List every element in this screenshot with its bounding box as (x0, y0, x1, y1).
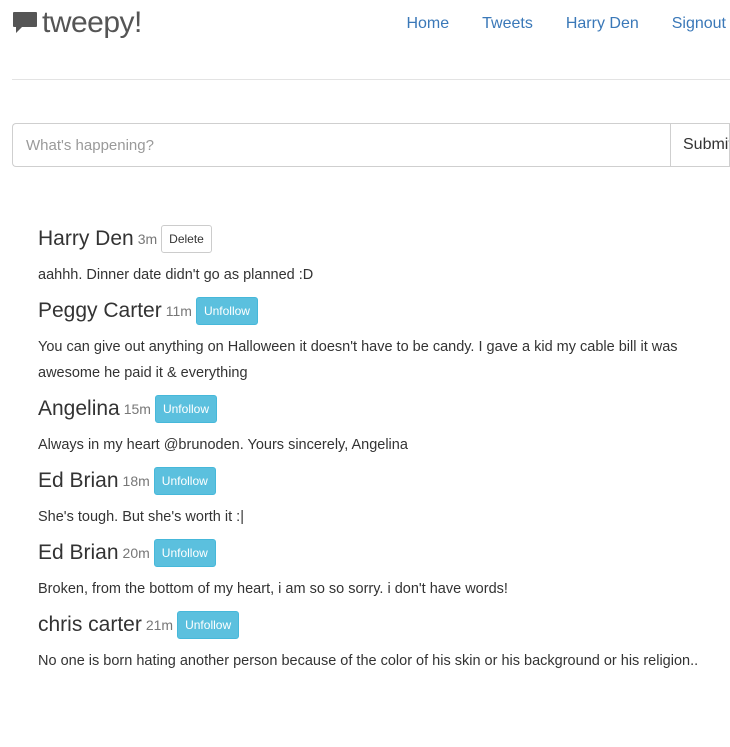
tweet-text: She's tough. But she's worth it :| (38, 509, 244, 525)
nav-divider (12, 79, 730, 80)
tweet-item: Angelina 15m Unfollow Always in my heart… (38, 394, 730, 458)
tweet-text: Broken, from the bottom of my heart, i a… (38, 581, 508, 597)
tweet-text: You can give out anything on Halloween i… (38, 339, 678, 381)
unfollow-button[interactable]: Unfollow (153, 539, 216, 567)
speech-bubble-icon (12, 11, 38, 35)
navbar: tweepy! Home Tweets Harry Den Signout (0, 0, 730, 80)
tweet-header: Angelina 15m Unfollow (38, 394, 730, 424)
submit-button[interactable]: Submit (670, 123, 730, 167)
nav-links: Home Tweets Harry Den Signout (373, 15, 726, 33)
tweet-author[interactable]: Peggy Carter (38, 299, 162, 323)
compose-form: Submit (12, 123, 730, 167)
tweet-header: Harry Den 3m Delete (38, 224, 730, 254)
tweet-author[interactable]: chris carter (38, 613, 142, 637)
nav-profile-link[interactable]: Harry Den (566, 15, 639, 33)
unfollow-button[interactable]: Unfollow (154, 395, 217, 423)
tweet-author[interactable]: Ed Brian (38, 469, 119, 493)
tweet-header: Peggy Carter 11m Unfollow (38, 296, 730, 326)
tweet-header: Ed Brian 18m Unfollow (38, 466, 730, 496)
tweet-item: Ed Brian 20m Unfollow Broken, from the b… (38, 538, 730, 602)
unfollow-button[interactable]: Unfollow (177, 611, 240, 639)
unfollow-button[interactable]: Unfollow (195, 297, 258, 325)
nav-signout-link[interactable]: Signout (672, 15, 726, 33)
tweet-time: 11m (165, 303, 192, 319)
tweet-header: chris carter 21m Unfollow (38, 610, 730, 640)
tweet-item: Harry Den 3m Delete aahhh. Dinner date d… (38, 224, 730, 288)
tweet-author[interactable]: Ed Brian (38, 541, 119, 565)
tweet-time: 18m (122, 473, 150, 489)
tweet-author[interactable]: Harry Den (38, 227, 134, 251)
tweet-feed: Harry Den 3m Delete aahhh. Dinner date d… (38, 224, 730, 682)
tweet-author[interactable]: Angelina (38, 397, 120, 421)
tweet-item: Peggy Carter 11m Unfollow You can give o… (38, 296, 730, 386)
nav-home-link[interactable]: Home (406, 15, 449, 33)
tweet-header: Ed Brian 20m Unfollow (38, 538, 730, 568)
brand-name: tweepy! (42, 6, 142, 39)
tweet-time: 3m (137, 231, 158, 247)
tweet-text: aahhh. Dinner date didn't go as planned … (38, 267, 314, 283)
tweet-time: 15m (123, 401, 151, 417)
brand[interactable]: tweepy! (12, 6, 142, 40)
tweet-text: Always in my heart @brunoden. Yours sinc… (38, 437, 408, 453)
unfollow-button[interactable]: Unfollow (153, 467, 216, 495)
tweet-item: chris carter 21m Unfollow No one is born… (38, 610, 730, 674)
tweet-time: 21m (145, 617, 174, 633)
tweet-time: 20m (122, 545, 150, 561)
tweet-input[interactable] (12, 123, 670, 167)
delete-button[interactable]: Delete (161, 225, 212, 253)
nav-tweets-link[interactable]: Tweets (482, 15, 533, 33)
tweet-text: No one is born hating another person bec… (38, 653, 699, 669)
tweet-item: Ed Brian 18m Unfollow She's tough. But s… (38, 466, 730, 530)
